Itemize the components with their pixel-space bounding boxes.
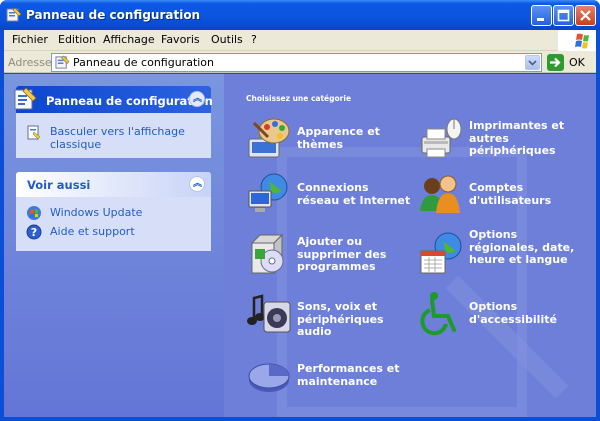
svg-text:?: ? <box>31 226 37 239</box>
control-panel-panel-header[interactable]: Panneau de configuration ︽ <box>14 86 213 113</box>
go-button[interactable]: OK <box>545 53 593 72</box>
see-also-panel: Voir aussi ︽ Windows Update ? Aide et su… <box>16 172 211 251</box>
maximize-button[interactable] <box>553 5 574 26</box>
help-icon: ? <box>26 224 42 240</box>
collapse-button[interactable]: ︽ <box>189 91 205 107</box>
printers-icon <box>421 118 462 158</box>
category-view: Choisissez une catégorie Apparence et th… <box>224 74 596 417</box>
category-label: Performances et maintenance <box>297 362 400 388</box>
address-bar: Adresse Panneau de configuration OK <box>4 51 596 73</box>
control-panel-large-icon <box>14 87 37 110</box>
category-appearance-themes[interactable]: Apparence et thèmes <box>246 115 396 161</box>
menu-bar: Fichier Edition Affichage Favoris Outils… <box>4 30 596 51</box>
performance-icon <box>248 363 290 392</box>
close-icon <box>580 10 591 21</box>
minimize-button[interactable] <box>531 5 552 26</box>
help-label: Aide et support <box>50 225 135 238</box>
switch-classic-view-label: Basculer vers l'affichage classique <box>50 125 185 151</box>
panel-title: Panneau de configuration <box>46 94 213 108</box>
network-icon <box>248 173 288 212</box>
category-label: Apparence et thèmes <box>297 125 380 151</box>
address-value: Panneau de configuration <box>73 56 215 69</box>
control-panel-panel: Panneau de configuration ︽ Basculer vers… <box>14 86 213 158</box>
category-printers[interactable]: Imprimantes et autres périphériques <box>418 115 588 161</box>
task-pane: Panneau de configuration ︽ Basculer vers… <box>4 74 224 417</box>
classic-view-icon <box>27 125 41 140</box>
category-sounds[interactable]: Sons, voix et périphériques audio <box>246 290 416 338</box>
category-accessibility[interactable]: Options d'accessibilité <box>418 290 588 336</box>
sounds-icon <box>247 294 291 333</box>
window-title: Panneau de configuration <box>26 8 201 22</box>
see-also-collapse-button[interactable]: ︽ <box>189 176 205 192</box>
content-area: Panneau de configuration ︽ Basculer vers… <box>4 74 596 417</box>
category-performance[interactable]: Performances et maintenance <box>246 352 416 398</box>
go-label: OK <box>569 56 585 69</box>
appearance-themes-icon <box>248 118 290 158</box>
category-label: Options d'accessibilité <box>469 300 557 326</box>
windows-logo <box>558 30 596 51</box>
user-accounts-icon <box>420 175 460 213</box>
minimize-icon <box>537 18 544 21</box>
maximize-icon <box>557 9 570 22</box>
category-user-accounts[interactable]: Comptes d'utilisateurs <box>418 171 588 217</box>
category-label: Comptes d'utilisateurs <box>469 181 552 207</box>
address-input[interactable]: Panneau de configuration <box>51 53 542 72</box>
category-heading: Choisissez une catégorie <box>246 94 352 103</box>
address-label: Adresse <box>8 56 52 69</box>
menu-file[interactable]: Fichier <box>12 33 48 46</box>
control-panel-small-icon <box>55 55 70 69</box>
menu-view[interactable]: Affichage <box>103 33 155 46</box>
chevron-up-icon: ︽ <box>193 179 203 189</box>
chevron-down-icon <box>528 60 537 66</box>
windows-flag-icon <box>575 33 589 49</box>
chevron-up-icon: ︽ <box>193 94 203 104</box>
control-panel-window: Panneau de configuration Fichier Edition… <box>0 0 600 421</box>
control-panel-icon <box>6 7 22 22</box>
add-remove-programs-icon <box>250 233 284 275</box>
close-button[interactable] <box>575 5 596 26</box>
menu-help[interactable]: ? <box>251 33 257 46</box>
see-also-title: Voir aussi <box>27 178 91 192</box>
category-label: Sons, voix et périphériques audio <box>297 300 384 338</box>
menu-tools[interactable]: Outils <box>211 33 243 46</box>
windows-update-label: Windows Update <box>50 206 143 219</box>
regional-options-icon <box>420 232 462 274</box>
see-also-header[interactable]: Voir aussi ︽ <box>16 172 211 197</box>
accessibility-icon <box>420 292 456 336</box>
category-regional-options[interactable]: Options régionales, date, heure et langu… <box>418 228 593 277</box>
category-label: Connexions réseau et Internet <box>297 181 411 207</box>
menu-favorites[interactable]: Favoris <box>161 33 200 46</box>
menu-edit[interactable]: Edition <box>58 33 96 46</box>
category-label: Ajouter ou supprimer des programmes <box>297 235 387 273</box>
windows-update-icon <box>27 206 41 220</box>
go-arrow-icon <box>547 54 564 71</box>
category-label: Imprimantes et autres périphériques <box>469 119 565 157</box>
title-bar[interactable]: Panneau de configuration <box>0 0 600 30</box>
category-add-remove-programs[interactable]: Ajouter ou supprimer des programmes <box>246 231 416 277</box>
category-label: Options régionales, date, heure et langu… <box>469 228 575 266</box>
address-dropdown-button[interactable] <box>525 55 540 70</box>
category-network[interactable]: Connexions réseau et Internet <box>246 171 416 217</box>
